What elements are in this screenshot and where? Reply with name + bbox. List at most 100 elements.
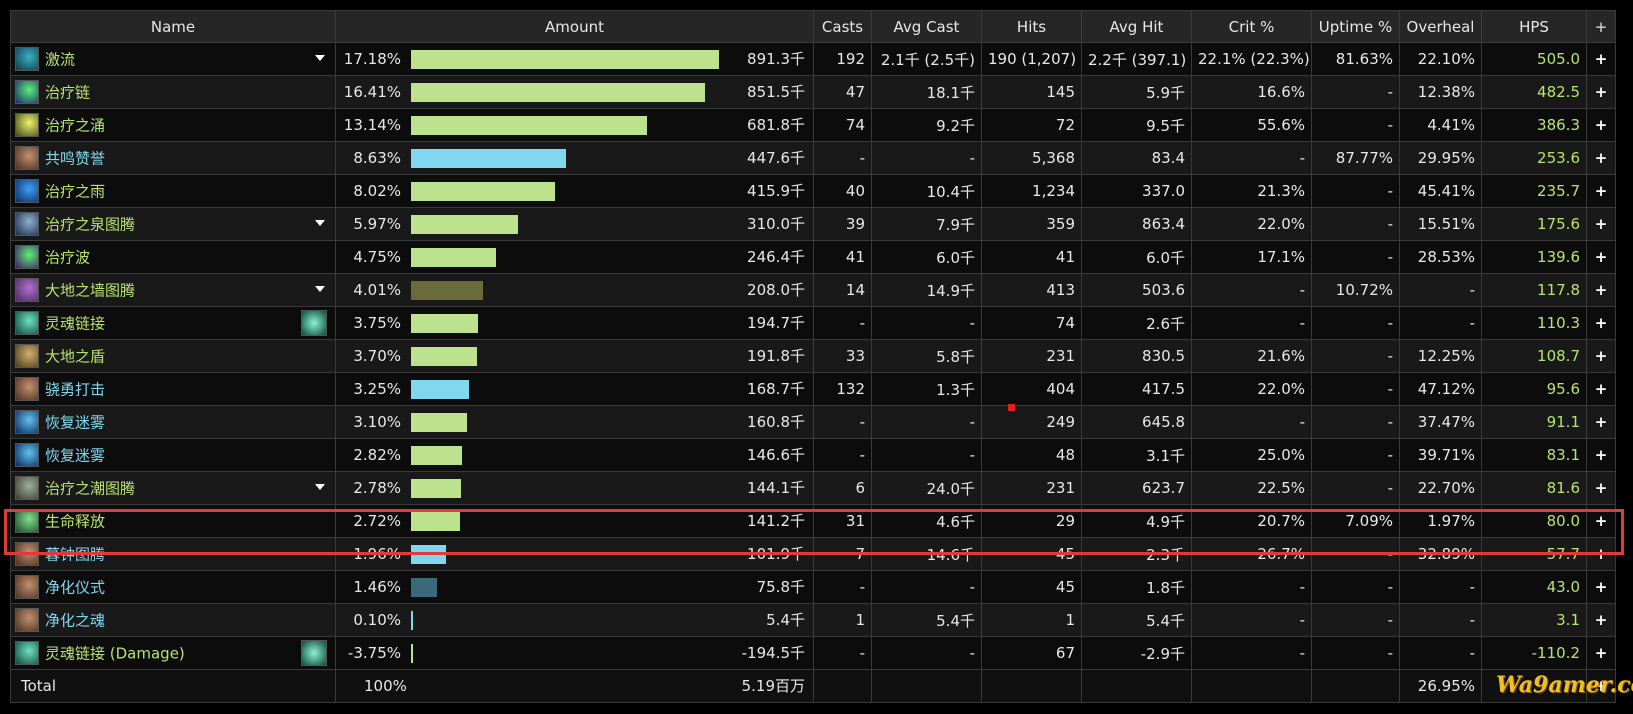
spell-name-cell[interactable]: 激流: [10, 42, 336, 76]
col-header-avg-cast[interactable]: Avg Cast: [871, 10, 982, 43]
table-row[interactable]: 治疗之雨 8.02% 415.9千 40 10.4千 1,234 337.0 21.3% -45…: [10, 174, 1616, 208]
table-row[interactable]: 治疗之潮图腾 2.78% 144.1千 6 24.0千 231 623.7 22.5% -22.…: [10, 471, 1616, 505]
table-row[interactable]: 治疗链 16.41% 851.5千 47 18.1千 145 5.9千 16.6% -12.38…: [10, 75, 1616, 109]
spell-name[interactable]: 治疗之泉图腾: [45, 216, 135, 234]
spell-name[interactable]: 大地之墙图腾: [45, 282, 135, 300]
row-expand-button[interactable]: +: [1586, 141, 1616, 175]
spell-name-cell[interactable]: 大地之墙图腾: [10, 273, 336, 307]
col-header-overheal[interactable]: Overheal: [1399, 10, 1482, 43]
spell-name[interactable]: 治疗链: [45, 84, 90, 102]
spell-name-cell[interactable]: 灵魂链接: [10, 306, 336, 340]
spell-name[interactable]: 治疗之雨: [45, 183, 105, 201]
row-expand-button[interactable]: +: [1586, 603, 1616, 637]
spell-name[interactable]: 灵魂链接 (Damage): [45, 645, 185, 663]
row-expand-button[interactable]: +: [1586, 240, 1616, 274]
col-header-crit[interactable]: Crit %: [1191, 10, 1312, 43]
spell-name[interactable]: 净化之魂: [45, 612, 105, 630]
spell-name-cell[interactable]: 治疗之雨: [10, 174, 336, 208]
row-expand-button[interactable]: +: [1586, 42, 1616, 76]
row-expand-button[interactable]: +: [1586, 306, 1616, 340]
row-expand-button[interactable]: +: [1586, 405, 1616, 439]
spell-name-cell[interactable]: 净化之魂: [10, 603, 336, 637]
spell-name[interactable]: 共鸣赞誉: [45, 150, 105, 168]
table-row[interactable]: 大地之墙图腾 4.01% 208.0千 14 14.9千 413 503.6-10.72% -…: [10, 273, 1616, 307]
spell-name[interactable]: 净化仪式: [45, 579, 105, 597]
spell-name[interactable]: 生命释放: [45, 513, 105, 531]
spell-name-cell[interactable]: 治疗波: [10, 240, 336, 274]
col-header-uptime[interactable]: Uptime %: [1311, 10, 1400, 43]
spirit-link-icon: [15, 311, 39, 335]
spell-name-cell[interactable]: 恢复迷雾: [10, 405, 336, 439]
uptime-value: 81.63%: [1311, 42, 1400, 76]
spell-name-cell[interactable]: 灵魂链接 (Damage): [10, 636, 336, 670]
row-expand-button[interactable]: +: [1586, 174, 1616, 208]
table-row[interactable]: 骁勇打击 3.25% 168.7千 132 1.3千 404 417.5 22.0% -47.1…: [10, 372, 1616, 406]
amount-value: 160.8千: [747, 412, 805, 431]
table-row[interactable]: 大地之盾 3.70% 191.8千 33 5.8千 231 830.5 21.6% -12.25…: [10, 339, 1616, 373]
expand-dropdown-icon[interactable]: [315, 55, 325, 61]
avg-hit-value: 863.4: [1081, 207, 1192, 241]
spell-name-cell[interactable]: 治疗之泉图腾: [10, 207, 336, 241]
spell-name[interactable]: 治疗之潮图腾: [45, 480, 135, 498]
col-header-hits[interactable]: Hits: [981, 10, 1082, 43]
spell-name-cell[interactable]: 恢复迷雾: [10, 438, 336, 472]
table-row[interactable]: 生命释放 2.72% 141.2千 31 4.6千 29 4.9千 20.7% 7.09% 1.9…: [10, 504, 1616, 538]
table-row[interactable]: 治疗之泉图腾 5.97% 310.0千 39 7.9千 359 863.4 22.0% -15.…: [10, 207, 1616, 241]
row-expand-button[interactable]: +: [1586, 537, 1616, 571]
spell-name[interactable]: 灵魂链接: [45, 315, 105, 333]
col-header-amount[interactable]: Amount: [335, 10, 814, 43]
spell-name[interactable]: 治疗波: [45, 249, 90, 267]
table-row[interactable]: 共鸣赞誉 8.63% 447.6千 - -5,368 83.4-87.77% 29.95% 2…: [10, 141, 1616, 175]
expand-dropdown-icon[interactable]: [315, 484, 325, 490]
spell-name[interactable]: 治疗之涌: [45, 117, 105, 135]
table-row[interactable]: 净化之魂 0.10% 5.4千 1 5.4千 1 5.4千 - - -3.1 +: [10, 603, 1616, 637]
table-row[interactable]: 治疗之涌 13.14% 681.8千 74 9.2千 72 9.5千 55.6% -4.41% 3…: [10, 108, 1616, 142]
row-expand-button[interactable]: +: [1586, 372, 1616, 406]
table-row[interactable]: 暮钟图腾 1.96% 101.9千 7 14.6千 45 2.3千 26.7% -32.89% 5…: [10, 537, 1616, 571]
table-row[interactable]: 恢复迷雾 2.82% 146.6千 - -48 3.1千 25.0% -39.71% 83.1 +: [10, 438, 1616, 472]
table-row[interactable]: 灵魂链接 3.75% 194.7千 - -74 2.6千 - - -110.3 +: [10, 306, 1616, 340]
add-column-button[interactable]: +: [1586, 10, 1616, 43]
row-expand-button[interactable]: +: [1586, 108, 1616, 142]
table-row[interactable]: 激流 17.18% 891.3千 192 2.1千 (2.5千) 190 (1,207) 2…: [10, 42, 1616, 76]
spell-name-cell[interactable]: 治疗之潮图腾: [10, 471, 336, 505]
crit-value: 22.1% (22.3%): [1191, 42, 1312, 76]
col-header-casts[interactable]: Casts: [813, 10, 872, 43]
spell-name-cell[interactable]: 治疗之涌: [10, 108, 336, 142]
spell-name-cell[interactable]: 大地之盾: [10, 339, 336, 373]
spell-name-cell[interactable]: 共鸣赞誉: [10, 141, 336, 175]
hps-value: 80.0: [1481, 504, 1587, 538]
col-header-name[interactable]: Name: [10, 10, 336, 43]
spell-name-cell[interactable]: 生命释放: [10, 504, 336, 538]
casts-value: -: [813, 570, 872, 604]
row-expand-button[interactable]: +: [1586, 438, 1616, 472]
spell-name-cell[interactable]: 治疗链: [10, 75, 336, 109]
amount-bar: [411, 313, 478, 333]
spell-name[interactable]: 恢复迷雾: [45, 414, 105, 432]
spell-name[interactable]: 激流: [45, 51, 75, 69]
expand-dropdown-icon[interactable]: [315, 220, 325, 226]
col-header-hps[interactable]: HPS: [1481, 10, 1587, 43]
spell-name-cell[interactable]: 暮钟图腾: [10, 537, 336, 571]
spell-name[interactable]: 暮钟图腾: [45, 546, 105, 564]
row-expand-button[interactable]: +: [1586, 207, 1616, 241]
spell-name[interactable]: 恢复迷雾: [45, 447, 105, 465]
spell-name[interactable]: 大地之盾: [45, 348, 105, 366]
row-expand-button[interactable]: +: [1586, 339, 1616, 373]
row-expand-button[interactable]: +: [1586, 273, 1616, 307]
row-expand-button[interactable]: +: [1586, 75, 1616, 109]
table-row[interactable]: 恢复迷雾 3.10% 160.8千 - -249 645.8- -37.47% 91.1 +: [10, 405, 1616, 439]
spell-name-cell[interactable]: 骁勇打击: [10, 372, 336, 406]
table-row[interactable]: 灵魂链接 (Damage) -3.75% -194.5千 - -67 -2.9千 - - - -1…: [10, 636, 1616, 670]
expand-dropdown-icon[interactable]: [315, 286, 325, 292]
row-expand-button[interactable]: +: [1586, 570, 1616, 604]
row-expand-button[interactable]: +: [1586, 504, 1616, 538]
table-row[interactable]: 治疗波 4.75% 246.4千 41 6.0千 41 6.0千 17.1% -28.53% 13…: [10, 240, 1616, 274]
row-expand-button[interactable]: +: [1586, 636, 1616, 670]
row-expand-button[interactable]: +: [1586, 471, 1616, 505]
spell-name[interactable]: 骁勇打击: [45, 381, 105, 399]
col-header-avg-hit[interactable]: Avg Hit: [1081, 10, 1192, 43]
avg-cast-value: 7.9千: [871, 207, 982, 241]
table-row[interactable]: 净化仪式 1.46% 75.8千 - -45 1.8千 - - -43.0 +: [10, 570, 1616, 604]
spell-name-cell[interactable]: 净化仪式: [10, 570, 336, 604]
